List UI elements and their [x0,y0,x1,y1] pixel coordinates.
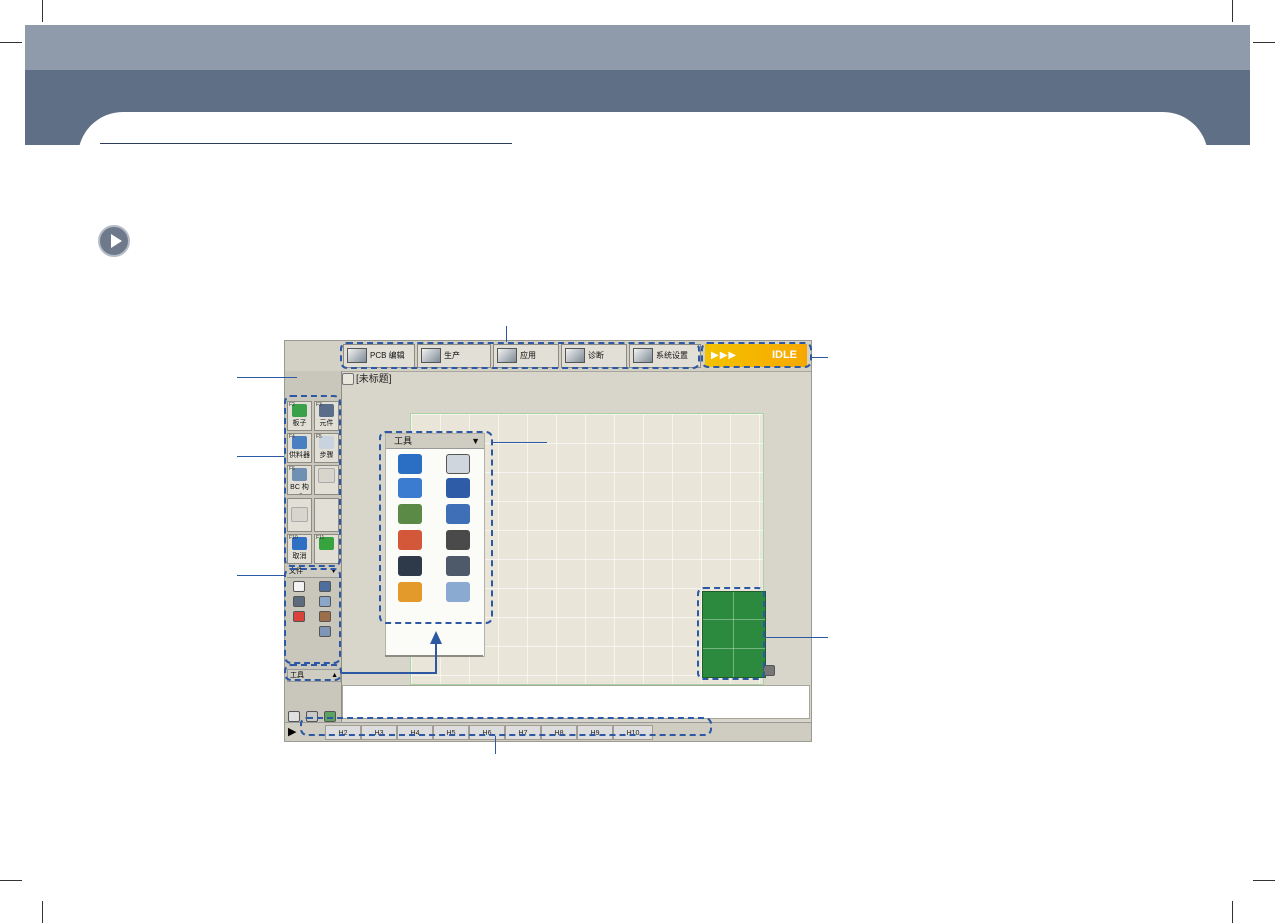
tool-palette-footer [385,655,483,657]
document-title-bar: [未标题] [342,372,702,388]
crop-mark [0,880,22,881]
callout-side-buttons [284,395,341,567]
crop-mark [1253,42,1275,43]
app-screenshot: PCB 编辑 生产 应用 诊断 系统设置 ▶▶▶ IDLE F2 板子 F3 元… [284,340,812,742]
leader-line [493,442,547,443]
callout-board-preview [697,587,765,680]
leader-line [237,575,284,576]
run-icon[interactable]: ▶ [288,725,296,738]
leader-line [237,456,284,457]
header-band-light [25,25,1250,70]
play-bullet-icon [98,225,130,257]
callout-function-keys [300,717,712,736]
crop-mark [1232,0,1233,22]
title-underline [100,143,512,144]
leader-line [237,377,297,378]
crop-mark [1232,901,1233,923]
crop-mark [42,0,43,22]
document-title: [未标题] [356,374,392,385]
up-arrow-icon [430,631,442,644]
leader-line [495,736,496,754]
connector-line [342,672,437,674]
connector-line [435,644,437,674]
callout-file-panel [284,568,341,664]
crop-mark [0,42,22,43]
crop-mark [1253,880,1275,881]
callout-tool-palette [379,431,493,624]
callout-status [701,342,812,368]
mode-icon[interactable] [288,711,300,722]
callout-menu-tabs [340,342,700,369]
document-icon [342,373,354,386]
callout-tools-header [284,664,342,681]
message-box [342,685,810,719]
leader-line [506,326,507,342]
crop-mark [42,901,43,923]
leader-line [765,637,828,638]
content-tab [78,112,1208,172]
leader-line [812,357,828,358]
